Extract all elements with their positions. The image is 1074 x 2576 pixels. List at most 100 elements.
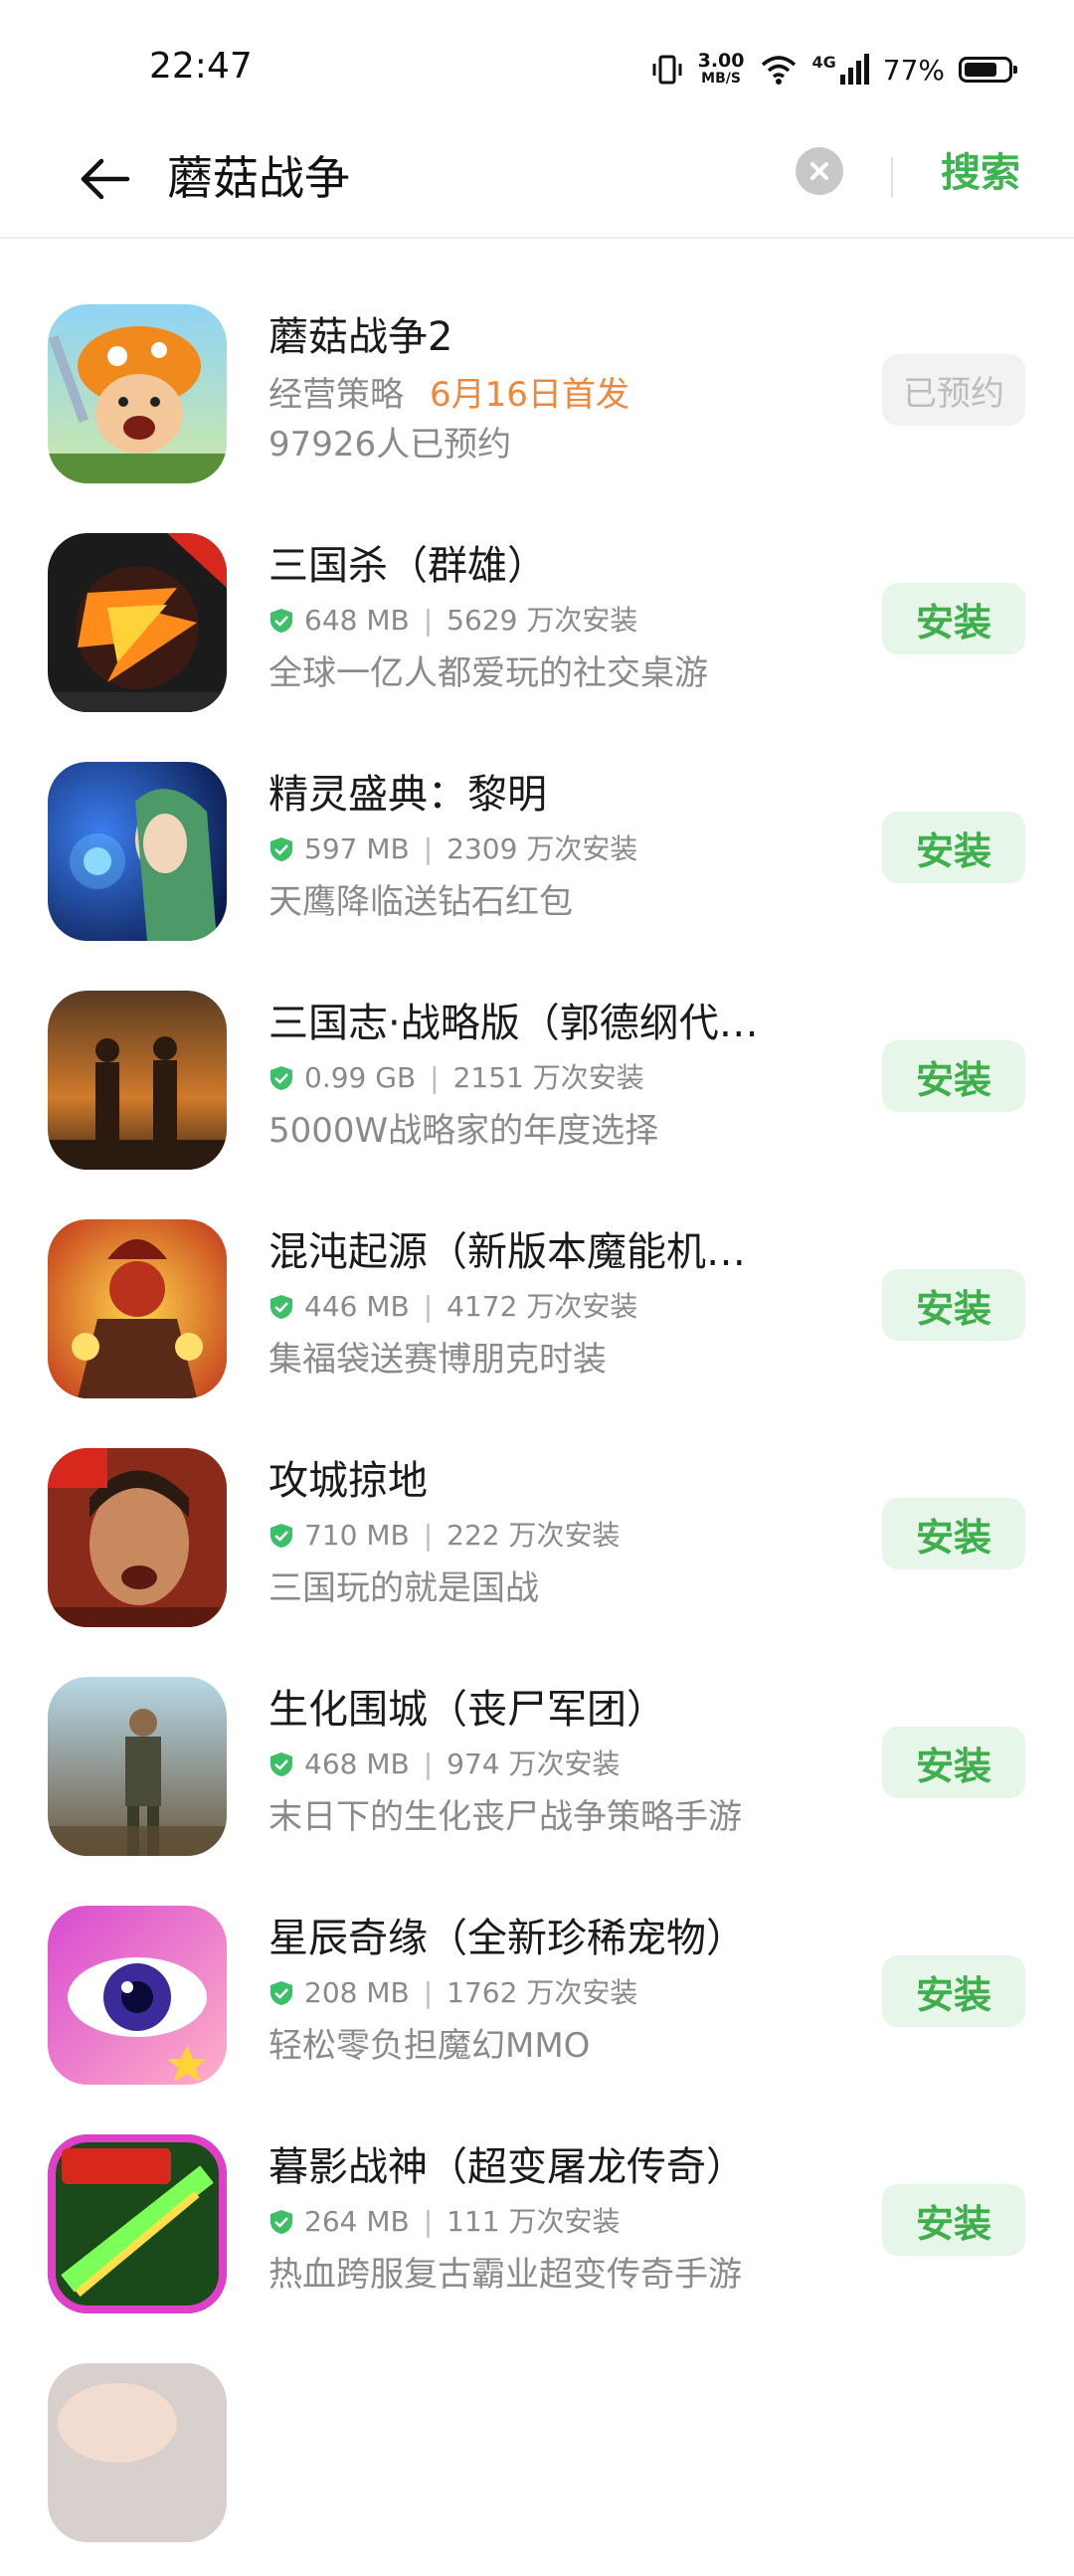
app-size: 0.99 GB (304, 1061, 417, 1094)
list-item[interactable]: 蘑菇战争2 经营策略 6月16日首发 97926人已预约 已预约 (0, 288, 1074, 517)
battery-percent: 77% (882, 53, 945, 87)
app-icon-chaos-origin (48, 1219, 227, 1398)
meta-separator: | (423, 1976, 434, 2009)
app-name: 精灵盛典：黎明 (268, 772, 547, 818)
meta-separator: | (423, 604, 434, 637)
verified-shield-icon (270, 837, 292, 861)
net-speed-value: 3.00 (697, 50, 745, 72)
app-description: 天鹰降临送钻石红包 (268, 882, 573, 922)
app-description: 三国玩的就是国战 (268, 1568, 539, 1608)
list-item[interactable]: 攻城掠地 710 MB | 222 万次安装 三国玩的就是国战 安装 (0, 1432, 1074, 1661)
app-icon-shadow-god (48, 2134, 227, 2313)
app-meta: 468 MB | 974 万次安装 (268, 1745, 621, 1784)
app-icon-sanguosha (48, 533, 227, 712)
install-button[interactable]: 安装 (882, 1040, 1025, 1112)
app-meta: 648 MB | 5629 万次安装 (268, 601, 637, 641)
back-arrow-icon[interactable] (76, 149, 135, 209)
app-icon-siege (48, 1448, 227, 1627)
install-button[interactable]: 安装 (882, 1269, 1025, 1341)
list-item[interactable]: 精灵盛典：黎明 597 MB | 2309 万次安装 天鹰降临送钻石红包 安装 (0, 746, 1074, 975)
install-button[interactable]: 安装 (882, 1955, 1025, 2027)
battery-icon (959, 57, 1017, 83)
app-name: 生化围城（丧尸军团） (268, 1687, 666, 1733)
header-divider (891, 157, 893, 197)
app-installs: 111 万次安装 (447, 2205, 621, 2238)
app-size: 710 MB (304, 1519, 410, 1552)
install-button[interactable]: 安装 (882, 2184, 1025, 2256)
install-button[interactable]: 安装 (882, 583, 1025, 654)
verified-shield-icon (270, 1066, 292, 1090)
verified-shield-icon (270, 609, 292, 633)
app-description: 97926人已预约 (268, 425, 512, 464)
meta-separator: | (423, 1290, 434, 1323)
network-type: 4G (811, 53, 836, 72)
status-icons: 3.00 MB/S 4G 77% (650, 48, 1017, 92)
close-icon (810, 162, 828, 180)
app-icon-mushroom (48, 304, 227, 483)
app-name: 三国志·战略版（郭德纲代… (268, 1001, 759, 1046)
list-item[interactable]: 三国杀（群雄） 648 MB | 5629 万次安装 全球一亿人都爱玩的社交桌游 安… (0, 517, 1074, 746)
net-speed-unit: MB/S (701, 71, 741, 87)
status-bar: 22:47 3.00 MB/S 4G 77% (0, 0, 1074, 129)
app-name: 三国杀（群雄） (268, 543, 547, 589)
verified-shield-icon (270, 1981, 292, 2005)
verified-shield-icon (270, 1295, 292, 1319)
app-meta: 208 MB | 1762 万次安装 (268, 1973, 637, 2013)
list-item[interactable]: 三国志·战略版（郭德纲代… 0.99 GB | 2151 万次安装 5000W战略家… (0, 975, 1074, 1203)
app-size: 208 MB (304, 1976, 410, 2009)
app-icon-elf (48, 762, 227, 941)
install-button[interactable]: 安装 (882, 1498, 1025, 1569)
app-icon-sanguozhi (48, 991, 227, 1170)
app-installs: 222 万次安装 (447, 1519, 621, 1552)
app-icon-star-fate (48, 1906, 227, 2085)
app-installs: 1762 万次安装 (447, 1976, 638, 2009)
genre-label: 经营策略 (268, 375, 404, 415)
app-description: 全球一亿人都爱玩的社交桌游 (268, 653, 708, 693)
app-size: 468 MB (304, 1748, 410, 1780)
app-name: 暮影战神（超变屠龙传奇） (268, 2144, 746, 2190)
verified-shield-icon (270, 2210, 292, 2234)
reserved-button[interactable]: 已预约 (882, 354, 1025, 426)
app-genre: 经营策略 6月16日首发 (268, 372, 629, 418)
verified-shield-icon (270, 1752, 292, 1776)
app-installs: 4172 万次安装 (447, 1290, 638, 1323)
app-size: 597 MB (304, 832, 410, 865)
app-description: 集福袋送赛博朋克时装 (268, 1340, 607, 1380)
app-size: 264 MB (304, 2205, 410, 2238)
list-item[interactable]: 星辰奇缘（全新珍稀宠物） 208 MB | 1762 万次安装 轻松零负担魔幻MMO… (0, 1890, 1074, 2118)
search-button[interactable]: 搜索 (941, 145, 1020, 201)
app-meta: 710 MB | 222 万次安装 (268, 1516, 621, 1556)
search-results: 蘑菇战争2 经营策略 6月16日首发 97926人已预约 已预约 三国杀（群雄） … (0, 288, 1074, 2576)
meta-separator: | (423, 832, 434, 865)
meta-separator: | (423, 2205, 434, 2238)
app-name: 星辰奇缘（全新珍稀宠物） (268, 1916, 746, 1961)
app-description: 轻松零负担魔幻MMO (268, 2026, 591, 2066)
battery-fill (965, 63, 996, 77)
list-item[interactable]: 暮影战神（超变屠龙传奇） 264 MB | 111 万次安装 热血跨服复古霸业超变传… (0, 2118, 1074, 2347)
meta-separator: | (430, 1061, 440, 1094)
meta-separator: | (423, 1748, 434, 1780)
wifi-icon (761, 56, 796, 85)
install-button[interactable]: 安装 (882, 812, 1025, 883)
app-description: 热血跨服复古霸业超变传奇手游 (268, 2255, 742, 2295)
list-item[interactable]: 生化围城（丧尸军团） 468 MB | 974 万次安装 末日下的生化丧尸战争策略手… (0, 1661, 1074, 1890)
app-name: 攻城掠地 (268, 1458, 428, 1504)
list-item[interactable]: 混沌起源（新版本魔能机… 446 MB | 4172 万次安装 集福袋送赛博朋克时装… (0, 1203, 1074, 1432)
app-meta: 446 MB | 4172 万次安装 (268, 1287, 637, 1327)
app-name: 蘑菇战争2 (268, 314, 453, 360)
list-item-partial (0, 2347, 1074, 2576)
search-header: 蘑菇战争 搜索 (0, 129, 1074, 239)
app-icon-partial (48, 2363, 227, 2542)
status-time: 22:47 (149, 46, 253, 87)
clear-search-button[interactable] (796, 147, 843, 195)
install-button[interactable]: 安装 (882, 1727, 1025, 1798)
search-input[interactable]: 蘑菇战争 (167, 143, 350, 213)
app-size: 446 MB (304, 1290, 410, 1323)
app-description: 5000W战略家的年度选择 (268, 1111, 659, 1151)
app-meta: 264 MB | 111 万次安装 (268, 2202, 621, 2242)
net-speed: 3.00 MB/S (698, 52, 745, 88)
vibrate-icon (652, 55, 682, 85)
app-installs: 2309 万次安装 (447, 832, 638, 865)
app-size: 648 MB (304, 604, 410, 637)
cell-signal-icon: 4G (812, 53, 869, 87)
